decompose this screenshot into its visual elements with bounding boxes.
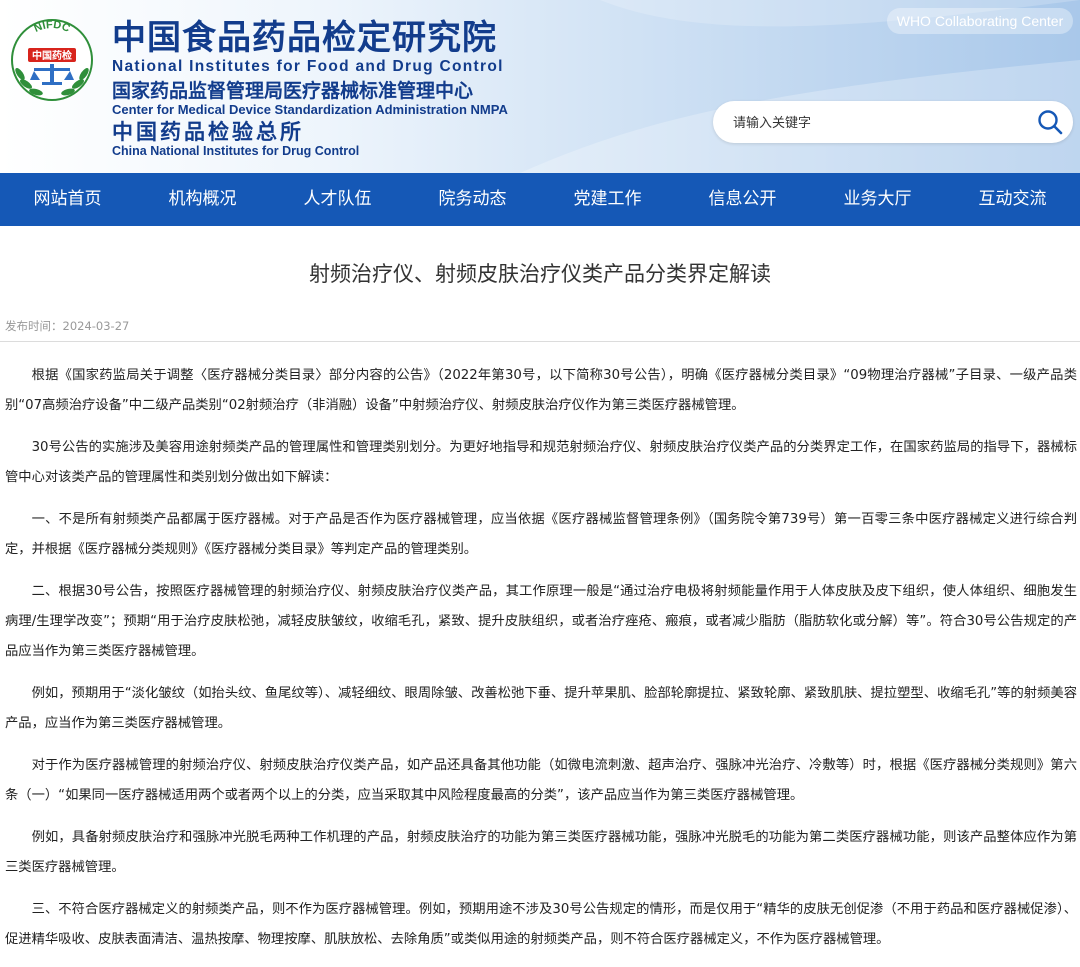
brand-subtitle-cn: 国家药品监督管理局医疗器械标准管理中心 — [112, 80, 474, 102]
brand-subtitle2-en: China National Institutes for Drug Contr… — [112, 144, 360, 158]
nav-item-services[interactable]: 业务大厅 — [810, 173, 945, 226]
nifdc-logo[interactable]: NIFDC 中国药检 — [8, 14, 96, 102]
brand-block: 中国食品药品检定研究院 National Institutes for Food… — [112, 18, 508, 158]
article-title: 射频治疗仪、射频皮肤治疗仪类产品分类界定解读 — [309, 262, 771, 286]
search-input[interactable] — [731, 101, 1025, 145]
search-icon[interactable] — [1035, 107, 1065, 137]
article-paragraph: 例如，预期用于“淡化皱纹（如抬头纹、鱼尾纹等）、减轻细纹、眼周除皱、改善松弛下垂… — [5, 686, 1077, 731]
article-paragraph: 30号公告的实施涉及美容用途射频类产品的管理属性和管理类别划分。为更好地指导和规… — [5, 440, 1077, 485]
brand-title-cn[interactable]: 中国食品药品检定研究院 — [112, 18, 508, 58]
search-bar — [713, 101, 1073, 145]
article-paragraph: 三、不符合医疗器械定义的射频类产品，则不作为医疗器械管理。例如，预期用途不涉及3… — [5, 902, 1077, 947]
brand-subtitle2-cn: 中国药品检验总所 — [112, 120, 304, 144]
nav-item-news[interactable]: 院务动态 — [405, 173, 540, 226]
who-collaborating-center-link[interactable]: WHO Collaborating Center — [887, 8, 1073, 34]
brand-title-en: National Institutes for Food and Drug Co… — [112, 58, 504, 75]
title-divider — [0, 341, 1080, 342]
nav-item-about[interactable]: 机构概况 — [135, 173, 270, 226]
nav-item-home[interactable]: 网站首页 — [0, 173, 135, 226]
article-body: 根据《国家药监局关于调整〈医疗器械分类目录〉部分内容的公告》（2022年第30号… — [5, 361, 1077, 967]
publish-time: 发布时间：2024-03-27 — [5, 319, 130, 333]
article-paragraph: 对于作为医疗器械管理的射频治疗仪、射频皮肤治疗仪类产品，如产品还具备其他功能（如… — [5, 758, 1077, 803]
article-paragraph: 根据《国家药监局关于调整〈医疗器械分类目录〉部分内容的公告》（2022年第30号… — [5, 368, 1077, 413]
main-nav: 网站首页 机构概况 人才队伍 院务动态 党建工作 信息公开 业务大厅 互动交流 — [0, 173, 1080, 226]
logo-inner-text: 中国药检 — [32, 49, 72, 62]
article-paragraph: 一、不是所有射频类产品都属于医疗器械。对于产品是否作为医疗器械管理，应当依据《医… — [5, 512, 1077, 557]
nav-item-talent[interactable]: 人才队伍 — [270, 173, 405, 226]
site-header: NIFDC 中国药检 中国食品药品检定研究院 National Institut… — [0, 0, 1080, 173]
nav-item-interaction[interactable]: 互动交流 — [945, 173, 1080, 226]
article-paragraph: 二、根据30号公告，按照医疗器械管理的射频治疗仪、射频皮肤治疗仪类产品，其工作原… — [5, 584, 1077, 659]
nav-item-disclosure[interactable]: 信息公开 — [675, 173, 810, 226]
nav-item-party[interactable]: 党建工作 — [540, 173, 675, 226]
brand-subtitle-en: Center for Medical Device Standardizatio… — [112, 102, 508, 117]
article-paragraph: 例如，具备射频皮肤治疗和强脉冲光脱毛两种工作机理的产品，射频皮肤治疗的功能为第三… — [5, 830, 1077, 875]
